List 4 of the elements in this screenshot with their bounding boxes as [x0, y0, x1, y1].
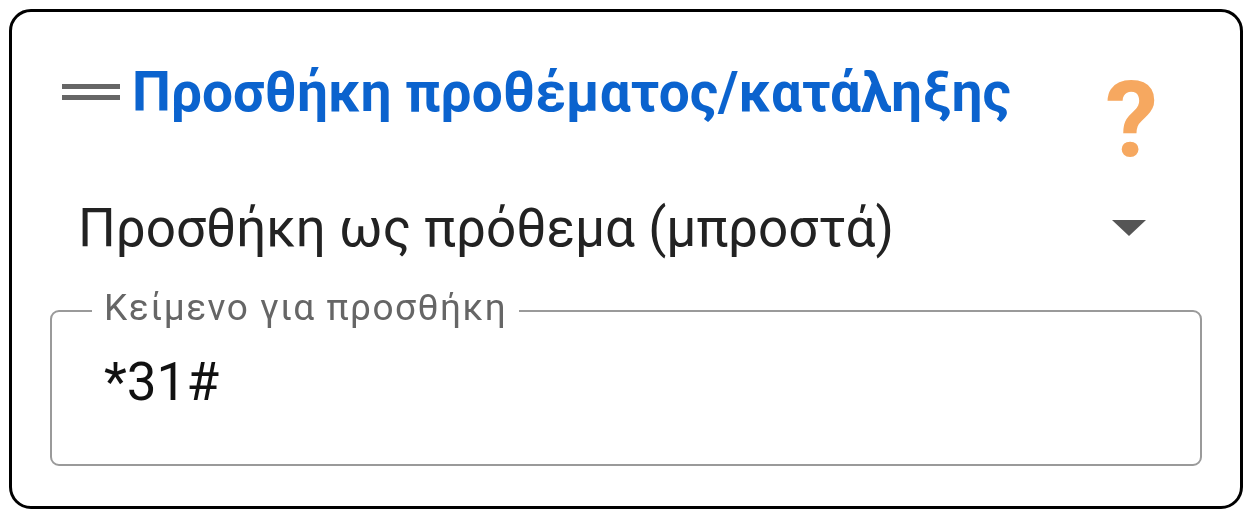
caret-icon	[1112, 220, 1146, 236]
dropdown[interactable]: Προσθήκη ως πρόθεμα (μπροστά)	[50, 172, 1202, 284]
drag-handle-icon[interactable]	[62, 84, 120, 100]
section-title: Προσθήκη προθέματος/κατάληξης	[132, 60, 1011, 124]
